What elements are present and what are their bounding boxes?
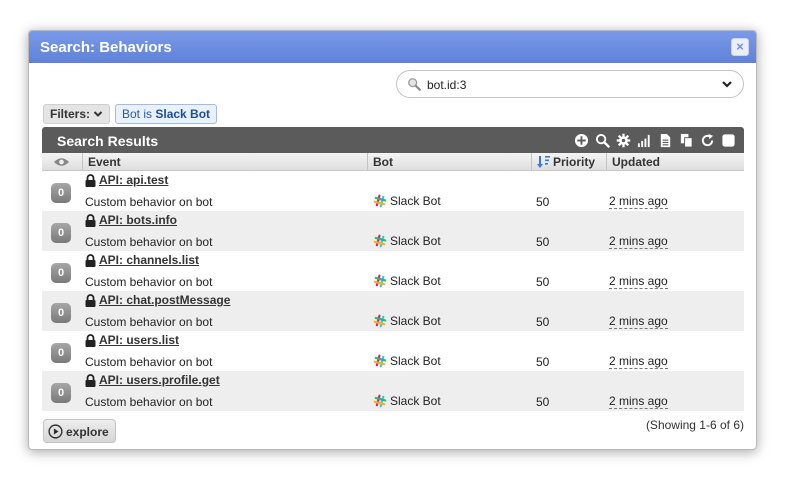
event-description: Custom behavior on bot — [85, 195, 213, 209]
bot-name: Slack Bot — [390, 394, 441, 408]
search-icon[interactable] — [595, 133, 610, 148]
column-header-row: Event Bot Priority Updated — [42, 153, 744, 171]
updated-time: 2 mins ago — [609, 354, 668, 369]
column-separator — [367, 153, 368, 171]
select-all-icon[interactable] — [721, 133, 736, 148]
column-header-event[interactable]: Event — [88, 155, 121, 169]
close-button[interactable]: × — [731, 38, 749, 56]
column-header-updated[interactable]: Updated — [612, 155, 660, 169]
event-link[interactable]: API: users.profile.get — [99, 373, 220, 387]
table-row[interactable]: 0 API: channels.list Custom behavior on bo… — [42, 251, 744, 291]
filter-chip-prefix: Bot is — [122, 107, 156, 121]
filter-chip-bot[interactable]: Bot is Slack Bot — [115, 104, 218, 124]
column-separator — [531, 153, 532, 171]
search-behaviors-dialog: Search: Behaviors × bot.id:3 Filters: Bo… — [28, 30, 757, 450]
lock-icon — [85, 374, 96, 387]
refresh-icon[interactable] — [700, 133, 715, 148]
search-icon — [408, 78, 421, 91]
results-title: Search Results — [57, 133, 159, 149]
event-link[interactable]: API: chat.postMessage — [99, 293, 230, 307]
execution-count-badge[interactable]: 0 — [51, 223, 71, 243]
event-description: Custom behavior on bot — [85, 275, 213, 289]
priority-value: 50 — [536, 355, 550, 369]
execution-count-badge[interactable]: 0 — [51, 303, 71, 323]
results-header: Search Results — [42, 127, 744, 153]
table-row[interactable]: 0 API: chat.postMessage Custom behavior on… — [42, 291, 744, 331]
eye-icon[interactable] — [53, 156, 70, 168]
copy-icon[interactable] — [679, 133, 694, 148]
event-description: Custom behavior on bot — [85, 315, 213, 329]
bot-name: Slack Bot — [390, 194, 441, 208]
dialog-title: Search: Behaviors — [40, 39, 172, 56]
updated-time: 2 mins ago — [609, 194, 668, 209]
signal-icon[interactable] — [637, 133, 652, 148]
bot-name: Slack Bot — [390, 274, 441, 288]
column-header-priority[interactable]: Priority — [553, 155, 595, 169]
slack-logo-icon — [373, 394, 387, 408]
results-toolbar — [574, 132, 736, 148]
execution-count-badge[interactable]: 0 — [51, 343, 71, 363]
priority-value: 50 — [536, 315, 550, 329]
lock-icon — [85, 254, 96, 267]
results-count: (Showing 1-6 of 6) — [645, 418, 744, 432]
filter-chip-value: Slack Bot — [155, 107, 211, 121]
export-icon[interactable] — [658, 133, 673, 148]
gear-icon[interactable] — [616, 133, 631, 148]
slack-logo-icon — [373, 354, 387, 368]
updated-time: 2 mins ago — [609, 314, 668, 329]
column-separator — [606, 153, 607, 171]
table-row[interactable]: 0 API: users.profile.get Custom behavior o… — [42, 371, 744, 411]
slack-logo-icon — [373, 234, 387, 248]
chevron-down-icon — [93, 111, 103, 117]
updated-time: 2 mins ago — [609, 274, 668, 289]
add-icon[interactable] — [574, 133, 589, 148]
explore-label: explore — [66, 425, 109, 439]
lock-icon — [85, 214, 96, 227]
table-row[interactable]: 0 API: api.test Custom behavior on bot Slac… — [42, 171, 744, 211]
event-description: Custom behavior on bot — [85, 395, 213, 409]
slack-logo-icon — [373, 194, 387, 208]
dialog-titlebar[interactable]: Search: Behaviors × — [29, 31, 756, 63]
priority-value: 50 — [536, 275, 550, 289]
execution-count-badge[interactable]: 0 — [51, 263, 71, 283]
lock-icon — [85, 334, 96, 347]
event-link[interactable]: API: users.list — [99, 333, 179, 347]
table-row[interactable]: 0 API: bots.info Custom behavior on bot Sla… — [42, 211, 744, 251]
priority-value: 50 — [536, 195, 550, 209]
lock-icon — [85, 174, 96, 187]
execution-count-badge[interactable]: 0 — [51, 383, 71, 403]
query-select[interactable]: bot.id:3 — [396, 70, 744, 98]
event-description: Custom behavior on bot — [85, 235, 213, 249]
filters-dropdown-button[interactable]: Filters: — [43, 104, 111, 124]
lock-icon — [85, 294, 96, 307]
bot-name: Slack Bot — [390, 314, 441, 328]
updated-time: 2 mins ago — [609, 394, 668, 409]
table-row[interactable]: 0 API: users.list Custom behavior on bot Sl… — [42, 331, 744, 371]
bot-name: Slack Bot — [390, 234, 441, 248]
event-description: Custom behavior on bot — [85, 355, 213, 369]
sort-descending-icon[interactable] — [537, 155, 551, 169]
search-results-panel: Search Results Event Bot Priority Update… — [42, 127, 744, 413]
column-separator — [82, 153, 83, 171]
updated-time: 2 mins ago — [609, 234, 668, 249]
event-link[interactable]: API: bots.info — [99, 213, 177, 227]
chevron-down-icon[interactable] — [721, 78, 733, 90]
execution-count-badge[interactable]: 0 — [51, 183, 71, 203]
priority-value: 50 — [536, 235, 550, 249]
event-link[interactable]: API: channels.list — [99, 253, 199, 267]
slack-logo-icon — [373, 274, 387, 288]
play-icon — [48, 424, 63, 439]
explore-button[interactable]: explore — [43, 419, 116, 443]
priority-value: 50 — [536, 395, 550, 409]
column-header-bot[interactable]: Bot — [373, 155, 393, 169]
filters-label: Filters: — [50, 107, 91, 121]
bot-name: Slack Bot — [390, 354, 441, 368]
event-link[interactable]: API: api.test — [99, 173, 168, 187]
slack-logo-icon — [373, 314, 387, 328]
query-value: bot.id:3 — [427, 78, 467, 92]
